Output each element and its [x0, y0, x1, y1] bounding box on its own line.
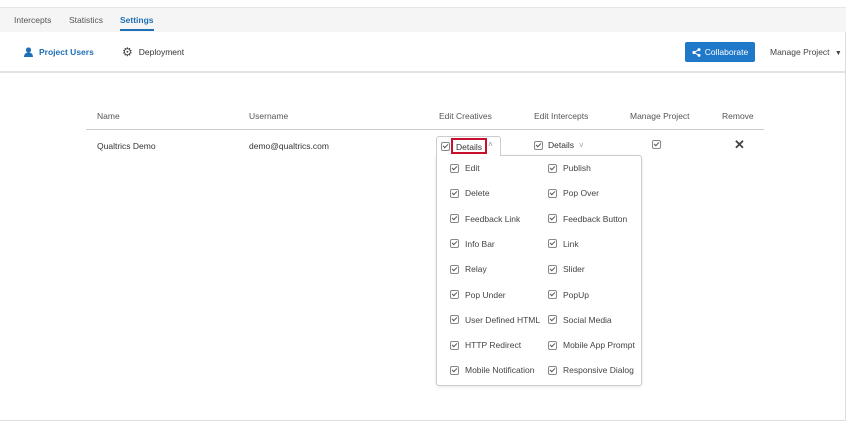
permission-option[interactable]: User Defined HTML — [450, 315, 540, 325]
nav-project-users[interactable]: Project Users — [24, 47, 94, 57]
user-icon — [24, 47, 33, 57]
permission-label: Slider — [563, 264, 585, 275]
row-username: demo@qualtrics.com — [249, 141, 329, 151]
permission-label: Info Bar — [465, 238, 495, 249]
edit-creatives-checkbox[interactable] — [441, 142, 450, 151]
permission-option[interactable]: Responsive Dialog — [548, 365, 634, 375]
permission-checkbox[interactable] — [450, 163, 459, 173]
edit-creatives-details-toggle[interactable]: Details ˄ — [436, 136, 501, 156]
permission-label: Responsive Dialog — [563, 365, 634, 376]
nav-deployment[interactable]: ⚙ Deployment — [122, 45, 185, 59]
permission-option[interactable]: Pop Over — [548, 188, 599, 198]
permission-label: Pop Over — [563, 188, 599, 199]
permission-option[interactable]: Delete — [450, 188, 490, 198]
permission-label: Feedback Button — [563, 213, 628, 224]
permission-option[interactable]: Info Bar — [450, 239, 495, 249]
collaborate-label: Collaborate — [704, 47, 749, 57]
header-edit-intercepts: Edit Intercepts — [534, 111, 589, 121]
permission-option[interactable]: Slider — [548, 264, 585, 274]
header-edit-creatives: Edit Creatives — [439, 111, 492, 121]
chevron-up-icon: ˄ — [488, 140, 493, 149]
header-username: Username — [249, 111, 289, 121]
details-highlight: Details — [451, 138, 487, 154]
permission-label: Delete — [465, 188, 490, 199]
project-users-label: Project Users — [39, 47, 94, 57]
manage-project-label: Manage Project — [770, 47, 830, 57]
permission-option[interactable]: Feedback Link — [450, 214, 520, 224]
permission-option[interactable]: Relay — [450, 264, 487, 274]
permission-label: Edit — [465, 163, 480, 173]
edit-intercepts-checkbox[interactable] — [534, 140, 543, 150]
permission-checkbox[interactable] — [548, 188, 557, 198]
permission-option[interactable]: Pop Under — [450, 290, 506, 300]
tab-intercepts[interactable]: Intercepts — [14, 15, 51, 25]
permission-checkbox[interactable] — [450, 315, 459, 325]
manage-project-dropdown[interactable]: Manage Project ▼ — [770, 47, 842, 57]
deployment-label: Deployment — [138, 47, 185, 57]
caret-down-icon: ▼ — [834, 50, 842, 57]
chevron-down-icon: ˅ — [578, 140, 584, 150]
permission-option[interactable]: HTTP Redirect — [450, 340, 521, 350]
tab-bar: Intercepts Statistics Settings — [0, 8, 846, 32]
permission-label: Mobile Notification — [465, 365, 535, 376]
permission-checkbox[interactable] — [548, 214, 557, 224]
permission-option[interactable]: PopUp — [548, 290, 589, 300]
header-divider — [86, 129, 764, 130]
permission-option[interactable]: Edit — [450, 163, 480, 173]
permission-label: Pop Under — [465, 289, 506, 300]
permission-checkbox[interactable] — [548, 239, 557, 249]
permission-checkbox[interactable] — [548, 290, 557, 299]
sub-navigation: Project Users ⚙ Deployment Collaborate M… — [0, 32, 846, 73]
permission-checkbox[interactable] — [450, 264, 459, 274]
header-remove: Remove — [722, 111, 754, 121]
permission-checkbox[interactable] — [548, 315, 557, 325]
permission-checkbox[interactable] — [450, 365, 459, 375]
edit-creatives-dropdown: Edit Delete Feedback Link Info Bar Relay Pop … — [436, 155, 642, 386]
collaborate-button[interactable]: Collaborate — [685, 42, 755, 62]
permission-label: PopUp — [563, 289, 589, 300]
permission-checkbox[interactable] — [450, 214, 459, 224]
permission-option[interactable]: Link — [548, 239, 579, 249]
permission-checkbox[interactable] — [450, 290, 459, 299]
permission-checkbox[interactable] — [548, 340, 557, 350]
permission-checkbox[interactable] — [450, 340, 459, 350]
details-label: Details — [548, 140, 574, 150]
permission-label: Feedback Link — [465, 213, 521, 224]
permission-label: HTTP Redirect — [465, 340, 522, 351]
permission-option[interactable]: Mobile Notification — [450, 365, 534, 375]
permission-option[interactable]: Mobile App Prompt — [548, 340, 635, 350]
header-manage-project: Manage Project — [630, 111, 690, 121]
tab-settings[interactable]: Settings — [120, 15, 154, 31]
edit-intercepts-details-toggle[interactable]: Details ˅ — [534, 140, 584, 150]
remove-icon[interactable]: ✕ — [734, 137, 745, 153]
permission-label: Mobile App Prompt — [563, 340, 635, 351]
permission-option[interactable]: Publish — [548, 163, 591, 173]
tab-statistics[interactable]: Statistics — [69, 15, 103, 25]
permission-checkbox[interactable] — [450, 239, 459, 249]
permission-checkbox[interactable] — [450, 188, 459, 198]
gear-icon: ⚙ — [122, 45, 133, 59]
details-label: Details — [456, 142, 482, 152]
permission-option[interactable]: Feedback Button — [548, 214, 627, 224]
row-name: Qualtrics Demo — [97, 141, 156, 151]
permission-label: Link — [563, 238, 579, 249]
permission-checkbox[interactable] — [548, 163, 557, 173]
header-name: Name — [97, 111, 120, 121]
manage-project-checkbox[interactable] — [652, 140, 661, 149]
permission-option[interactable]: Social Media — [548, 315, 612, 325]
share-icon — [692, 47, 701, 57]
permission-label: Relay — [465, 264, 487, 275]
permission-label: User Defined HTML — [465, 314, 541, 325]
permission-label: Social Media — [563, 314, 612, 325]
permission-checkbox[interactable] — [548, 365, 557, 375]
permission-label: Publish — [563, 163, 591, 173]
permission-checkbox[interactable] — [548, 264, 557, 274]
